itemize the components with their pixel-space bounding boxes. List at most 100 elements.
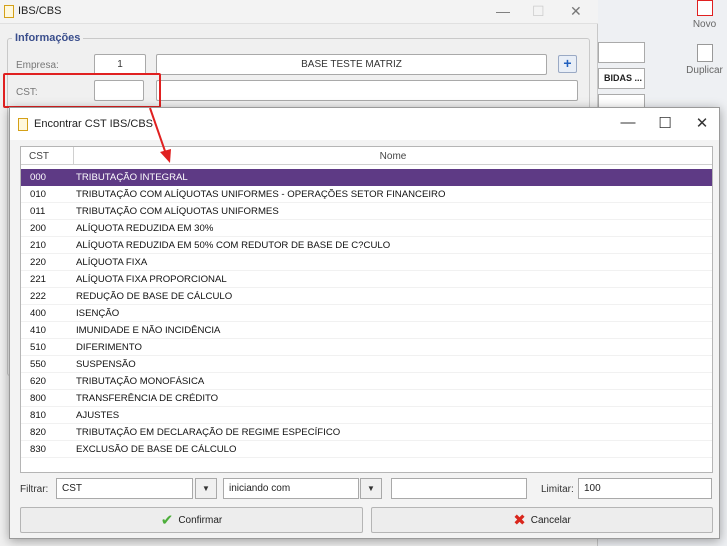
minimize-icon[interactable]: — <box>496 3 510 19</box>
cst-cell: 000 <box>30 171 47 183</box>
table-row[interactable]: 820 TRIBUTAÇÃO EM DECLARAÇÃO DE REGIME ES… <box>21 424 712 441</box>
table-row[interactable]: 800 TRANSFERÊNCIA DE CRÉDITO <box>21 390 712 407</box>
nome-cell: IMUNIDADE E NÃO INCIDÊNCIA <box>76 324 221 336</box>
column-header-nome[interactable]: Nome <box>74 151 712 162</box>
cst-cell: 820 <box>30 426 47 438</box>
cst-cell: 210 <box>30 239 47 251</box>
close-icon[interactable]: ✕ <box>570 3 582 20</box>
add-empresa-button[interactable]: + <box>558 55 577 73</box>
nome-cell: ALÍQUOTA FIXA <box>76 256 148 268</box>
filter-label: Filtrar: <box>20 484 49 495</box>
table-row[interactable]: 410 IMUNIDADE E NÃO INCIDÊNCIA <box>21 322 712 339</box>
nome-cell: TRANSFERÊNCIA DE CRÉDITO <box>76 392 219 404</box>
nome-cell: ALÍQUOTA REDUZIDA EM 50% COM REDUTOR DE … <box>76 239 391 251</box>
informacoes-group-title: Informações <box>12 32 84 44</box>
novo-button[interactable]: Novo <box>682 0 727 30</box>
table-row[interactable]: 400 ISENÇÃO <box>21 305 712 322</box>
empresa-code-field[interactable]: 1 <box>94 54 146 75</box>
find-cst-dialog: Encontrar CST IBS/CBS — ☐ ✕ CST Nome 000… <box>9 107 720 539</box>
duplicar-label: Duplicar <box>686 65 723 76</box>
cst-cell: 011 <box>30 205 46 217</box>
ibs-cbs-title: IBS/CBS <box>18 5 62 17</box>
dialog-title: Encontrar CST IBS/CBS <box>34 118 154 130</box>
duplicate-icon <box>696 44 713 62</box>
cst-cell: 010 <box>30 188 47 200</box>
table-row[interactable]: 011 TRIBUTAÇÃO COM ALÍQUOTAS UNIFORMES <box>21 203 712 220</box>
filter-mode-select[interactable]: iniciando com <box>223 478 359 499</box>
annotation-highlight-box <box>3 73 161 108</box>
window-document-icon <box>4 5 14 18</box>
cst-cell: 220 <box>30 256 47 268</box>
table-row[interactable]: 550 SUSPENSÃO <box>21 356 712 373</box>
table-row[interactable]: 830 EXCLUSÃO DE BASE DE CÁLCULO <box>21 441 712 458</box>
cst-cell: 550 <box>30 358 47 370</box>
table-row[interactable]: 000 TRIBUTAÇÃO INTEGRAL <box>21 169 712 186</box>
nome-cell: TRIBUTAÇÃO COM ALÍQUOTAS UNIFORMES - OPE… <box>76 188 446 200</box>
cancel-button[interactable]: ✖ Cancelar <box>371 507 713 533</box>
checkmark-icon: ✔ <box>160 511 174 529</box>
table-row[interactable]: 510 DIFERIMENTO <box>21 339 712 356</box>
nome-cell: ISENÇÃO <box>76 307 120 319</box>
new-document-icon <box>696 0 713 16</box>
table-row[interactable]: 620 TRIBUTAÇÃO MONOFÁSICA <box>21 373 712 390</box>
nome-cell: ALÍQUOTA REDUZIDA EM 30% <box>76 222 214 234</box>
table-row[interactable]: 210 ALÍQUOTA REDUZIDA EM 50% COM REDUTOR … <box>21 237 712 254</box>
filter-field-select[interactable]: CST <box>56 478 193 499</box>
cancel-label: Cancelar <box>530 514 571 526</box>
dialog-document-icon <box>18 118 28 131</box>
filter-search-input[interactable] <box>391 478 527 499</box>
filter-field-dropdown[interactable]: ▼ <box>195 478 217 499</box>
table-row[interactable]: 221 ALÍQUOTA FIXA PROPORCIONAL <box>21 271 712 288</box>
filter-mode-dropdown[interactable]: ▼ <box>360 478 382 499</box>
cancel-x-icon: ✖ <box>513 511 526 529</box>
cst-cell: 221 <box>30 273 47 285</box>
nome-cell: TRIBUTAÇÃO COM ALÍQUOTAS UNIFORMES <box>76 205 279 217</box>
table-row[interactable]: 220 ALÍQUOTA FIXA <box>21 254 712 271</box>
chevron-down-icon: ▼ <box>202 484 210 493</box>
limit-input[interactable]: 100 <box>578 478 712 499</box>
cst-cell: 810 <box>30 409 47 421</box>
cst-cell: 400 <box>30 307 47 319</box>
dialog-minimize-icon[interactable]: — <box>618 114 638 131</box>
confirm-button[interactable]: ✔ Confirmar <box>20 507 363 533</box>
dialog-close-icon[interactable]: ✕ <box>692 114 712 132</box>
cst-cell: 800 <box>30 392 47 404</box>
cst-cell: 830 <box>30 443 47 455</box>
chevron-down-icon: ▼ <box>367 484 375 493</box>
table-row[interactable]: 010 TRIBUTAÇÃO COM ALÍQUOTAS UNIFORMES - … <box>21 186 712 203</box>
table-row[interactable]: 200 ALÍQUOTA REDUZIDA EM 30% <box>21 220 712 237</box>
table-row[interactable]: 222 REDUÇÃO DE BASE DE CÁLCULO <box>21 288 712 305</box>
empresa-label: Empresa: <box>16 60 59 71</box>
plus-icon: + <box>563 55 572 71</box>
maximize-icon[interactable]: ☐ <box>532 3 545 20</box>
nome-cell: SUSPENSÃO <box>76 358 136 370</box>
dialog-titlebar: Encontrar CST IBS/CBS — ☐ ✕ <box>10 108 719 140</box>
cst-cell: 410 <box>30 324 47 336</box>
right-field-1 <box>598 42 645 63</box>
nome-cell: TRIBUTAÇÃO INTEGRAL <box>76 171 188 183</box>
table-row[interactable]: 810 AJUSTES <box>21 407 712 424</box>
grid-rows: 000 TRIBUTAÇÃO INTEGRAL 010 TRIBUTAÇÃO COM … <box>21 169 712 458</box>
column-header-cst[interactable]: CST <box>29 151 49 162</box>
cst-cell: 620 <box>30 375 47 387</box>
grid-header: CST Nome <box>21 147 712 165</box>
nome-cell: TRIBUTAÇÃO MONOFÁSICA <box>76 375 205 387</box>
cst-cell: 200 <box>30 222 47 234</box>
cst-cell: 510 <box>30 341 47 353</box>
right-field-2: BIDAS ... <box>598 68 645 89</box>
nome-cell: TRIBUTAÇÃO EM DECLARAÇÃO DE REGIME ESPEC… <box>76 426 341 438</box>
confirm-label: Confirmar <box>178 514 223 526</box>
novo-label: Novo <box>692 19 717 30</box>
nome-cell: AJUSTES <box>76 409 120 421</box>
empresa-name-field: BASE TESTE MATRIZ <box>156 54 547 75</box>
cst-description-field <box>156 80 578 101</box>
dialog-maximize-icon[interactable]: ☐ <box>655 114 675 132</box>
ibs-cbs-titlebar: IBS/CBS — ☐ ✕ <box>0 0 598 24</box>
nome-cell: ALÍQUOTA FIXA PROPORCIONAL <box>76 273 227 285</box>
nome-cell: EXCLUSÃO DE BASE DE CÁLCULO <box>76 443 237 455</box>
duplicar-button[interactable]: Duplicar <box>682 44 727 76</box>
cst-cell: 222 <box>30 290 47 302</box>
nome-cell: DIFERIMENTO <box>76 341 142 353</box>
cst-grid[interactable]: CST Nome 000 TRIBUTAÇÃO INTEGRAL 010 TRIBUT… <box>20 146 713 473</box>
nome-cell: REDUÇÃO DE BASE DE CÁLCULO <box>76 290 233 302</box>
